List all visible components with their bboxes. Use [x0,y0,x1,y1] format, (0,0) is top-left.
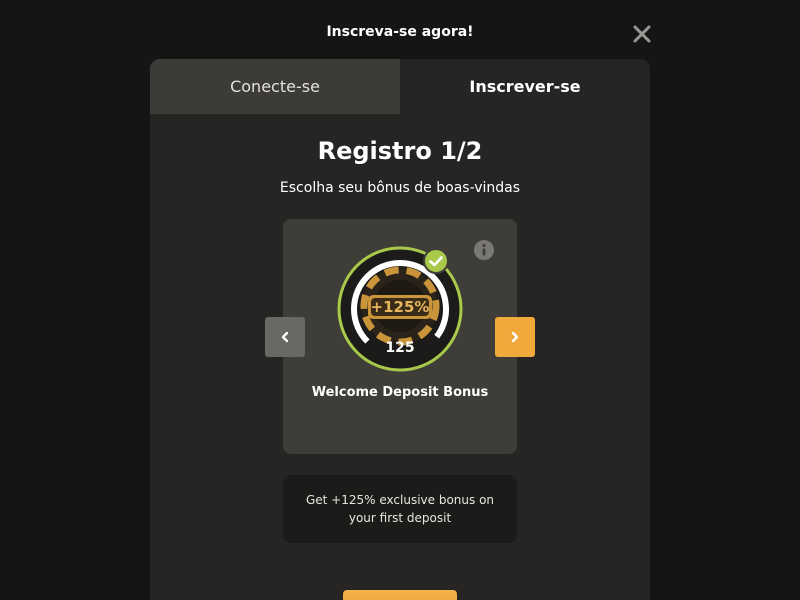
close-icon [633,25,651,43]
info-icon[interactable] [474,240,494,260]
chip-percent-label: +125% [371,298,430,316]
auth-tabs: Conecte-se Inscrever-se [150,59,650,114]
chevron-left-icon [281,331,289,343]
bonus-description: Get +125% exclusive bonus on your first … [283,475,517,543]
registration-subtitle: Escolha seu bônus de boas-vindas [279,180,521,196]
bonus-name: Welcome Deposit Bonus [311,385,489,400]
registration-title: Registro 1/2 [317,137,483,165]
tab-register[interactable]: Inscrever-se [400,59,650,114]
chevron-right-icon [511,331,519,343]
bonus-card[interactable]: +125% 125 Welcome Deposit Bonus [283,219,517,454]
tab-login[interactable]: Conecte-se [150,59,400,114]
page-title: Inscreva-se agora! [326,24,474,40]
next-bonus-button[interactable] [495,317,535,357]
check-icon [423,248,449,274]
chip-value: 125 [385,340,414,356]
close-button[interactable] [630,22,654,46]
prev-bonus-button[interactable] [265,317,305,357]
signup-modal: Conecte-se Inscrever-se Registro 1/2 Esc… [150,59,650,600]
continue-button[interactable] [343,590,457,600]
